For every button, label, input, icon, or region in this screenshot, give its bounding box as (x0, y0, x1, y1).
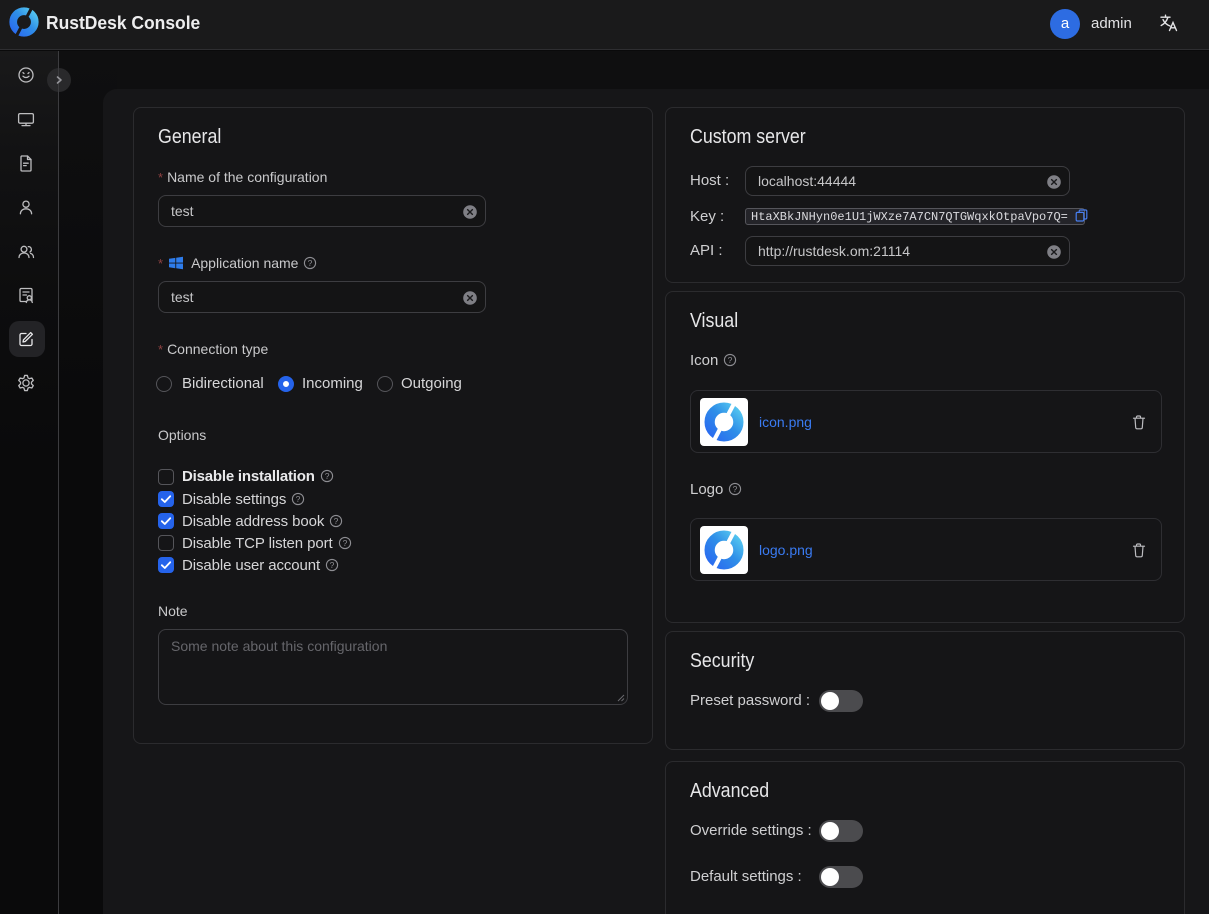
svg-text:?: ? (308, 258, 313, 268)
svg-text:?: ? (296, 494, 301, 504)
svg-text:?: ? (733, 484, 738, 494)
svg-text:?: ? (334, 516, 339, 526)
svg-text:?: ? (342, 538, 347, 548)
svg-text:?: ? (324, 471, 329, 481)
svg-text:?: ? (728, 355, 733, 365)
svg-text:?: ? (330, 560, 335, 570)
